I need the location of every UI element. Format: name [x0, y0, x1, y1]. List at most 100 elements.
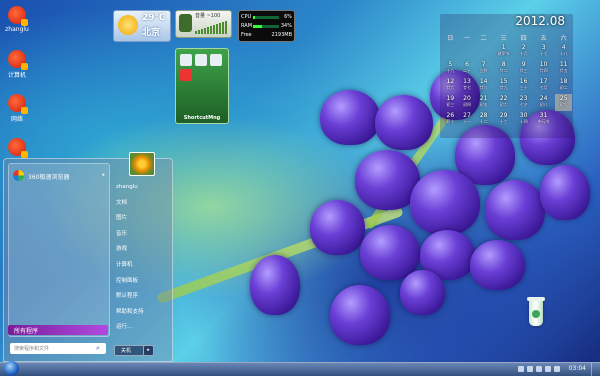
- shutdown-label: 关机: [121, 348, 132, 354]
- recycle-bin-icon[interactable]: [526, 296, 546, 328]
- calendar-day[interactable]: 13 廿七: [459, 77, 476, 94]
- calendar-day-number: 9: [521, 61, 526, 68]
- calendar-day: [555, 111, 572, 128]
- calendar-lunar-label: 廿七: [462, 85, 471, 90]
- desktop-icon-network[interactable]: 网络: [4, 94, 30, 123]
- calendar-day-number: 2: [521, 44, 526, 51]
- start-menu-right-item[interactable]: 运行...: [112, 321, 168, 337]
- start-menu-right-item[interactable]: 音乐: [112, 228, 168, 244]
- calendar-day-number: 24: [539, 95, 548, 102]
- desktop-icon-user[interactable]: zhanglu: [4, 6, 30, 33]
- browser-360-icon: [13, 170, 24, 181]
- calendar-day[interactable]: 25 初九: [555, 94, 572, 111]
- calendar-lunar-label: 初二: [559, 85, 568, 90]
- calendar-day[interactable]: 4 十八: [555, 43, 572, 60]
- free-row: Free 2193MB: [241, 32, 292, 40]
- start-menu-right-item[interactable]: 游戏: [112, 243, 168, 259]
- qq-icon[interactable]: [180, 69, 192, 81]
- calendar-day[interactable]: 31 中元节: [532, 111, 555, 128]
- calendar-day[interactable]: 21 初五: [475, 94, 492, 111]
- calendar-day[interactable]: 11 廿五: [555, 60, 572, 77]
- calendar-lunar-label: 廿九: [499, 85, 508, 90]
- calendar-day[interactable]: 16 三十: [515, 77, 532, 94]
- start-menu-right-item[interactable]: 文档: [112, 197, 168, 213]
- start-menu-right-item[interactable]: 图片: [112, 212, 168, 228]
- calendar-lunar-label: 十一: [462, 119, 471, 124]
- calendar-day[interactable]: 29 十三: [492, 111, 515, 128]
- start-orb-button[interactable]: [4, 361, 19, 376]
- calendar-gadget[interactable]: 2012.08 日一二三四五六 1 建军节 2 十六 3 十七 4 十八 5 十九 6 二十 7 立秋 8 廿…: [440, 14, 573, 138]
- calendar-day[interactable]: 2 十六: [515, 43, 532, 60]
- desktop-icon-computer[interactable]: 计算机: [4, 50, 30, 79]
- weather-gadget[interactable]: 29℃ 北京: [113, 10, 171, 42]
- calendar-day[interactable]: 18 初二: [555, 77, 572, 94]
- wallpaper-flower: [470, 240, 525, 290]
- start-menu-programs-pane: 360极速浏览器 ▸: [8, 163, 110, 337]
- calendar-day-number: 14: [479, 78, 488, 85]
- calendar-day[interactable]: 12 廿六: [442, 77, 459, 94]
- shortcut-item-icon[interactable]: [195, 54, 207, 66]
- shortcut-item-icon[interactable]: [180, 54, 192, 66]
- cpu-meter-gadget[interactable]: CPU 6% RAM 34% Free 2193MB: [238, 10, 295, 42]
- start-menu-right-item[interactable]: 计算机: [112, 259, 168, 275]
- desktop-icon-shortcut[interactable]: [4, 138, 30, 158]
- volume-gadget[interactable]: 音量 ~100: [175, 10, 232, 38]
- calendar-day[interactable]: 28 十二: [475, 111, 492, 128]
- search-icon[interactable]: ⌕: [96, 344, 104, 352]
- wallpaper-flower: [375, 95, 433, 150]
- tray-icon[interactable]: [554, 366, 560, 372]
- all-programs-label: 所有程序: [14, 328, 39, 335]
- tray-icon[interactable]: [536, 366, 542, 372]
- calendar-day[interactable]: 24 初八: [532, 94, 555, 111]
- shortcut-manager-gadget[interactable]: ShortcutMng: [175, 48, 229, 124]
- calendar-day[interactable]: 3 十七: [532, 43, 555, 60]
- calendar-day[interactable]: 30 十四: [515, 111, 532, 128]
- calendar-weekday: 三: [500, 35, 507, 42]
- calendar-day[interactable]: 22 初六: [492, 94, 515, 111]
- start-menu-right-item[interactable]: 控制面板: [112, 275, 168, 291]
- show-desktop-button[interactable]: [591, 363, 600, 376]
- calendar-day-number: 15: [499, 78, 508, 85]
- calendar-day[interactable]: 6 二十: [459, 60, 476, 77]
- calendar-day[interactable]: 17 七月: [532, 77, 555, 94]
- calendar-day[interactable]: 20 初四: [459, 94, 476, 111]
- taskbar-clock[interactable]: 03:04: [569, 365, 586, 372]
- calendar-day[interactable]: 8 廿二: [492, 60, 515, 77]
- calendar-day[interactable]: 19 初三: [442, 94, 459, 111]
- all-programs-button[interactable]: 所有程序: [8, 325, 108, 335]
- shortcut-item-icon[interactable]: [210, 54, 222, 66]
- calendar-lunar-label: 初十: [446, 119, 455, 124]
- free-label: Free: [241, 32, 252, 38]
- start-menu-right-item[interactable]: 帮助和支持: [112, 306, 168, 322]
- user-avatar[interactable]: [129, 152, 155, 176]
- tray-icon[interactable]: [518, 366, 524, 372]
- start-menu-item-browser[interactable]: 360极速浏览器 ▸: [11, 169, 107, 183]
- calendar-day-number: 19: [446, 95, 455, 102]
- start-menu-right-item[interactable]: 默认程序: [112, 290, 168, 306]
- calendar-day[interactable]: 14 廿八: [475, 77, 492, 94]
- tray-icon[interactable]: [545, 366, 551, 372]
- tray-icon[interactable]: [527, 366, 533, 372]
- calendar-lunar-label: 十九: [446, 68, 455, 73]
- start-search-input[interactable]: 搜索程序和文件 ⌕: [10, 343, 106, 354]
- calendar-day[interactable]: 23 七夕: [515, 94, 532, 111]
- chevron-right-icon[interactable]: ▸: [102, 172, 105, 178]
- calendar-day[interactable]: 27 十一: [459, 111, 476, 128]
- calendar-day-number: 27: [463, 112, 471, 119]
- calendar-day-number: 17: [539, 78, 548, 85]
- calendar-day[interactable]: 5 十九: [442, 60, 459, 77]
- start-menu-right-item[interactable]: zhanglu: [112, 181, 168, 197]
- calendar-day-number: 25: [559, 95, 568, 102]
- calendar-day[interactable]: 1 建军节: [492, 43, 515, 60]
- calendar-day[interactable]: 7 立秋: [475, 60, 492, 77]
- calendar-day[interactable]: 15 廿九: [492, 77, 515, 94]
- wallpaper-flower: [250, 255, 300, 315]
- calendar-day[interactable]: 10 廿四: [532, 60, 555, 77]
- calendar-day[interactable]: 9 廿三: [515, 60, 532, 77]
- calendar-lunar-label: 七月: [539, 85, 548, 90]
- computer-icon: [8, 50, 28, 70]
- shutdown-options-arrow-icon[interactable]: ▸: [143, 345, 154, 356]
- calendar-day[interactable]: 26 初十: [442, 111, 459, 128]
- calendar-day-number: 16: [519, 78, 528, 85]
- volume-knob-icon[interactable]: [179, 14, 192, 32]
